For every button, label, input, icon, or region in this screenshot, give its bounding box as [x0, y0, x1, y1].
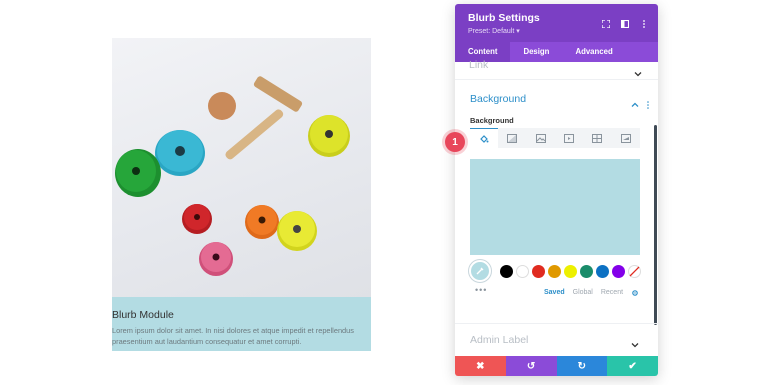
- pattern-icon: [592, 133, 603, 143]
- swatch-tab-global[interactable]: Global: [573, 289, 593, 299]
- blurb-module-preview: Blurb Module Lorem ipsum dolor sit amet.…: [112, 38, 371, 351]
- fullscreen-icon[interactable]: [601, 15, 611, 29]
- chevron-down-icon: [631, 336, 639, 348]
- save-button[interactable]: ✔: [607, 356, 658, 376]
- step-badge: 1: [445, 132, 465, 152]
- header-icons: [601, 15, 648, 29]
- sidebar-layout-icon[interactable]: [620, 15, 630, 29]
- tab-design[interactable]: Design: [510, 42, 562, 62]
- wooden-ball: [208, 92, 236, 120]
- blurb-settings-panel: Blurb Settings Preset: Default ▾ Content…: [455, 4, 658, 376]
- swatch-white[interactable]: [516, 265, 529, 278]
- background-color-tab[interactable]: [470, 128, 499, 148]
- swatch-red[interactable]: [532, 265, 545, 278]
- panel-footer: ✖ ↺ ↻ ✔: [455, 356, 658, 376]
- chevron-up-icon[interactable]: [631, 96, 639, 107]
- eyedropper-icon: [476, 267, 484, 275]
- swatch-blue[interactable]: [596, 265, 609, 278]
- swatch-clear-icon[interactable]: [628, 265, 641, 278]
- panel-scrollbar[interactable]: [654, 125, 657, 325]
- blurb-body-text: Lorem ipsum dolor sit amet. In nisi dolo…: [112, 326, 354, 346]
- swatch-yellow[interactable]: [564, 265, 577, 278]
- swatch-tabs: Saved Global Recent: [544, 289, 639, 299]
- background-mask-tab[interactable]: [612, 128, 640, 148]
- orange-ring: [245, 205, 279, 239]
- yellow-ring-top: [308, 115, 350, 157]
- background-gradient-tab[interactable]: [498, 128, 526, 148]
- green-ring: [115, 149, 161, 197]
- section-options-icon[interactable]: [644, 96, 652, 109]
- swatch-tab-recent[interactable]: Recent: [601, 289, 623, 299]
- swatch-settings-icon[interactable]: [631, 289, 639, 299]
- admin-label-section-toggle[interactable]: Admin Label: [455, 323, 658, 356]
- swatch-black[interactable]: [500, 265, 513, 278]
- red-ring: [182, 204, 212, 234]
- more-options-icon[interactable]: [640, 15, 648, 28]
- background-pattern-tab[interactable]: [583, 128, 611, 148]
- swatch-purple[interactable]: [612, 265, 625, 278]
- blue-ring: [155, 130, 205, 176]
- pink-ring: [199, 242, 233, 276]
- swatch-tab-saved[interactable]: Saved: [544, 289, 565, 299]
- video-icon: [564, 133, 575, 143]
- color-preview-area[interactable]: [470, 159, 640, 255]
- yellow-ring-bottom: [277, 211, 317, 251]
- chevron-down-icon: [634, 65, 642, 77]
- toys-illustration: [115, 76, 350, 276]
- undo-button[interactable]: ↺: [505, 356, 557, 376]
- background-video-tab[interactable]: [555, 128, 583, 148]
- tab-advanced[interactable]: Advanced: [562, 42, 625, 62]
- preset-dropdown[interactable]: Preset: Default ▾: [468, 27, 658, 35]
- link-section-toggle[interactable]: Link: [455, 59, 658, 80]
- color-swatches: [500, 265, 641, 278]
- redo-button[interactable]: ↻: [556, 356, 608, 376]
- panel-header: Blurb Settings Preset: Default ▾: [455, 4, 658, 42]
- background-image-tab[interactable]: [527, 128, 555, 148]
- background-type-tabs: [470, 128, 640, 148]
- blurb-content: Blurb Module Lorem ipsum dolor sit amet.…: [112, 297, 371, 351]
- wooden-hammer: [225, 76, 303, 160]
- background-section: Background Background ••• Saved Global R…: [455, 80, 658, 325]
- gradient-icon: [507, 133, 518, 143]
- admin-label-section-label: Admin Label: [470, 334, 529, 346]
- swatch-orange[interactable]: [548, 265, 561, 278]
- image-icon: [535, 133, 546, 143]
- background-field-label: Background: [470, 116, 514, 125]
- blurb-title: Blurb Module: [112, 309, 174, 321]
- cancel-button[interactable]: ✖: [455, 356, 506, 376]
- swatch-green[interactable]: [580, 265, 593, 278]
- blurb-image: [112, 38, 371, 297]
- paint-bucket-icon: [480, 134, 489, 143]
- eyedropper-button[interactable]: [469, 260, 491, 282]
- mask-icon: [620, 133, 631, 143]
- background-section-title[interactable]: Background: [470, 93, 526, 105]
- link-section-label: Link: [469, 59, 489, 71]
- more-colors-button[interactable]: •••: [475, 285, 487, 295]
